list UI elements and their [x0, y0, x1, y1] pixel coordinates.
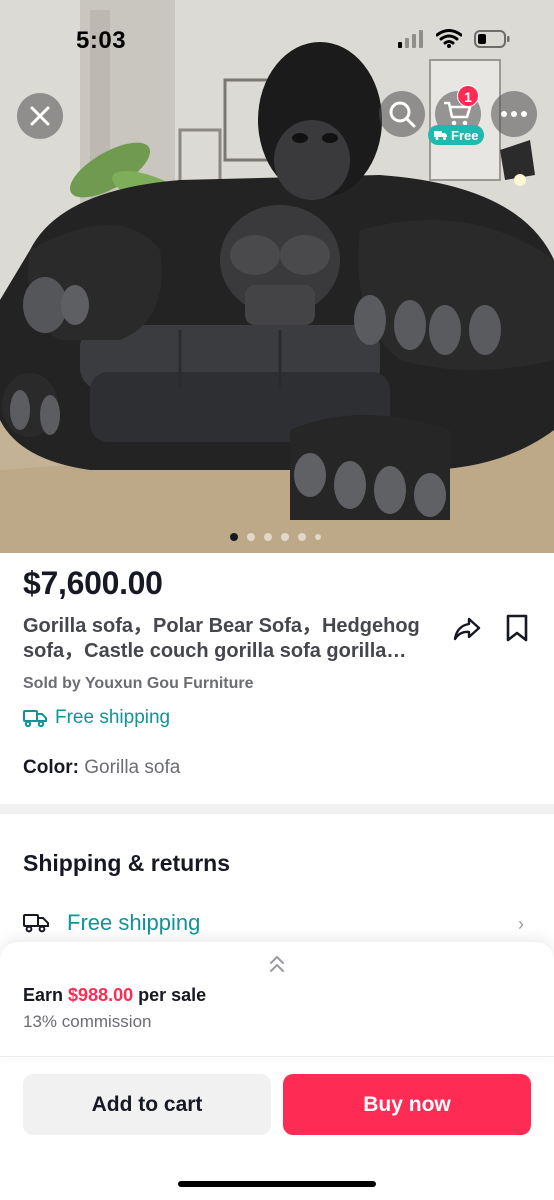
earn-amount: $988.00: [68, 985, 134, 1005]
pagination-dot[interactable]: [247, 533, 255, 541]
shipping-details-row[interactable]: Free shipping: [23, 910, 200, 936]
share-icon[interactable]: [452, 614, 482, 644]
pagination-dot[interactable]: [281, 533, 289, 541]
free-shipping-label: Free shipping: [55, 707, 171, 728]
pagination-dot[interactable]: [230, 533, 238, 541]
gallery-pagination: [230, 533, 321, 541]
free-shipping-tag: Free: [428, 125, 485, 145]
add-to-cart-button[interactable]: Add to cart: [23, 1074, 271, 1135]
home-indicator[interactable]: [178, 1181, 376, 1187]
status-icons: [398, 29, 510, 48]
delivery-truck-icon: [23, 914, 49, 933]
earn-prefix: Earn: [23, 985, 64, 1005]
color-label: Color:: [23, 757, 79, 778]
free-shipping-row: Free shipping: [23, 707, 170, 729]
color-value: Gorilla sofa: [84, 757, 181, 778]
pagination-dot[interactable]: [315, 534, 321, 540]
search-button[interactable]: [379, 91, 425, 137]
earn-suffix: per sale: [138, 985, 207, 1005]
buy-now-button[interactable]: Buy now: [283, 1074, 531, 1135]
pagination-dot[interactable]: [264, 533, 272, 541]
chevron-right-icon: ›: [518, 914, 524, 934]
bookmark-icon[interactable]: [505, 614, 529, 642]
delivery-truck-icon: [23, 710, 47, 727]
cart-count-badge: 1: [457, 85, 479, 107]
wifi-icon: [436, 29, 462, 48]
battery-icon: [474, 29, 510, 48]
close-icon: [30, 106, 50, 126]
seller-name[interactable]: Sold by Youxun Gou Furniture: [23, 675, 254, 693]
commission-rate: 13% commission: [23, 1012, 152, 1031]
search-icon: [389, 101, 416, 128]
more-dots-icon: [501, 111, 527, 117]
more-options-button[interactable]: [491, 91, 537, 137]
shipping-returns-heading: Shipping & returns: [23, 850, 230, 876]
sheet-divider: [0, 1056, 554, 1057]
close-button[interactable]: [17, 93, 63, 139]
shipping-details-label: Free shipping: [67, 910, 201, 935]
pagination-dot[interactable]: [298, 533, 306, 541]
section-divider: [0, 804, 554, 814]
delivery-truck-icon: [434, 131, 447, 140]
status-time: 5:03: [76, 27, 127, 54]
free-tag-label: Free: [451, 127, 479, 143]
product-image-gallery[interactable]: 5:03 1 Free: [0, 0, 554, 553]
product-price: $7,600.00: [23, 565, 163, 601]
color-selector[interactable]: Color: Gorilla sofa: [23, 757, 180, 779]
cellular-signal-icon: [398, 29, 423, 48]
gorilla-sofa-photo: [0, 0, 554, 553]
earn-per-sale: Earn $988.00 per sale: [23, 985, 206, 1006]
product-title[interactable]: Gorilla sofa，Polar Bear Sofa，Hedgehog so…: [23, 614, 441, 664]
expand-chevron-icon[interactable]: [266, 953, 288, 975]
status-bar: 5:03: [0, 0, 554, 80]
